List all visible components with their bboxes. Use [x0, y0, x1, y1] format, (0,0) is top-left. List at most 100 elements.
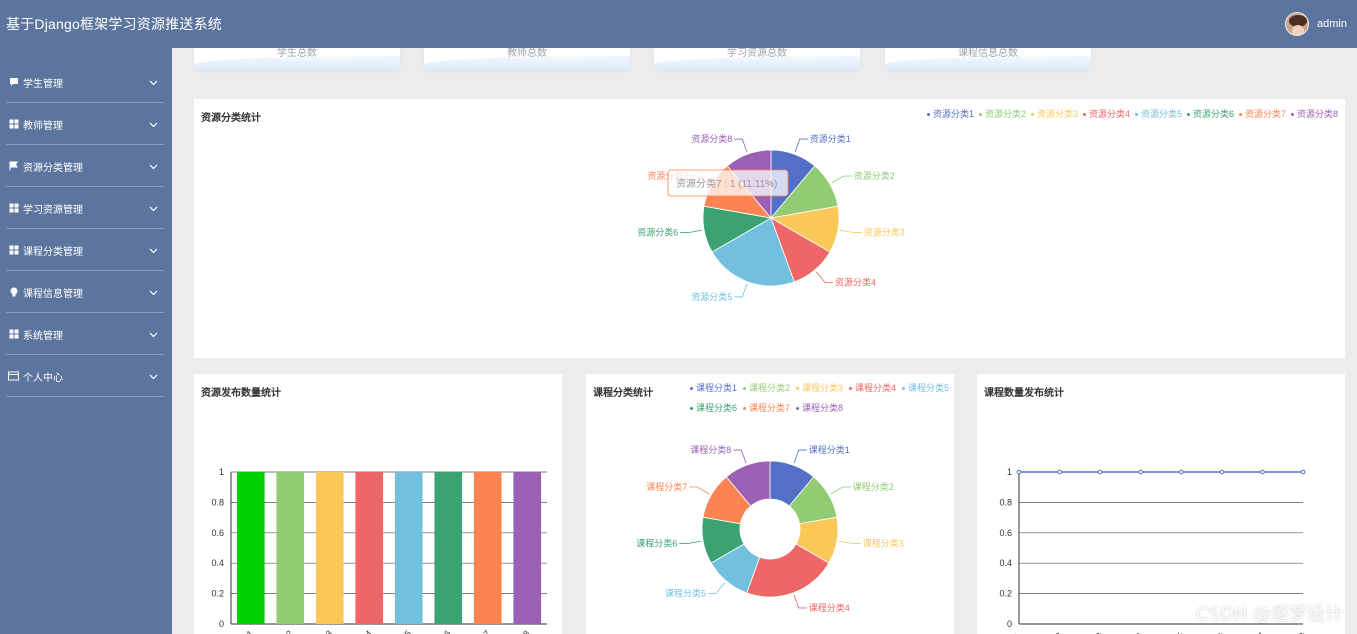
resource-publish-panel: 资源发布数量统计 00.20.40.60.81发布人1发布人2发布人3发布人4发…: [194, 374, 562, 634]
sidebar-item-label: 系统管理: [23, 330, 63, 342]
sidebar-item-label: 教师管理: [23, 120, 63, 132]
y-tick-label: 0: [219, 619, 224, 629]
label-line: [838, 540, 861, 544]
bar: [276, 472, 305, 624]
slice-label: 资源分类5: [691, 291, 732, 302]
chevron-down-icon: [149, 288, 158, 296]
bar: [355, 472, 384, 624]
label-line: [839, 229, 862, 233]
stat-card-label: 学习资源总数: [727, 48, 787, 59]
label-line: [733, 449, 747, 464]
sidebar-item-6[interactable]: 课程信息管理: [0, 271, 172, 313]
sidebar-item-label: 资源分类管理: [23, 162, 83, 174]
slice-label: 课程分类1: [809, 444, 850, 455]
stat-card-teachers: 教师总数: [424, 48, 630, 70]
app-title: 基于Django框架学习资源推送系统: [6, 16, 222, 32]
user-menu[interactable]: admin: [1285, 12, 1347, 36]
label-line: [680, 229, 703, 233]
label-line: [734, 283, 748, 298]
data-point: [1300, 469, 1306, 475]
y-tick-label: 0.6: [999, 528, 1012, 538]
grid-icon: [8, 329, 19, 340]
chevron-down-icon: [149, 246, 158, 254]
stat-card-label: 教师总数: [507, 48, 547, 59]
slice-label: 课程分类6: [636, 538, 677, 549]
label-line: [815, 271, 833, 283]
slice-label: 课程分类3: [863, 538, 904, 549]
label-line: [708, 582, 726, 594]
data-point: [1097, 469, 1103, 475]
chevron-down-icon: [149, 372, 158, 380]
label-line: [689, 486, 710, 495]
bar: [236, 472, 265, 624]
x-tick-label: 发布人4: [343, 628, 373, 634]
label-line: [831, 175, 852, 184]
stat-card-courses: 课程信息总数: [885, 48, 1091, 70]
y-tick-label: 1: [1007, 467, 1012, 477]
x-tick-label: 发布人8: [501, 628, 531, 634]
avatar[interactable]: [1285, 12, 1310, 36]
label-line: [830, 486, 851, 495]
x-tick-label: 发布人1: [225, 628, 255, 634]
chat-icon: [8, 77, 19, 88]
watermark: CSDN @逐梦设计: [1195, 604, 1343, 625]
label-line: [679, 540, 702, 544]
slice-label: 资源分类3: [864, 227, 905, 238]
bar: [394, 472, 423, 624]
grid-icon: [8, 245, 19, 256]
chevron-down-icon: [149, 330, 158, 338]
bar: [513, 472, 542, 624]
y-tick-label: 0.6: [211, 528, 224, 538]
sidebar: 学生管理教师管理资源分类管理 学习资源管理 课程分类管理 课程信息管理 系统管理个人中心: [0, 48, 172, 634]
y-tick-label: 1: [219, 467, 224, 477]
bar: [473, 472, 502, 624]
chevron-down-icon: [149, 120, 158, 128]
sidebar-item-5[interactable]: 课程分类管理: [0, 229, 172, 271]
data-point: [1057, 469, 1062, 475]
sidebar-item-7[interactable]: 系统管理: [0, 313, 172, 355]
y-tick-label: 0.2: [211, 589, 224, 599]
tooltip-text: 资源分类7 : 1 (11.11%): [676, 177, 777, 190]
card-icon: [8, 371, 19, 382]
sidebar-item-1[interactable]: 学生管理: [0, 61, 172, 103]
slice-label: 课程分类5: [665, 587, 706, 598]
sidebar-item-label: 课程分类管理: [23, 246, 83, 258]
chart-tooltip: 资源分类7 : 1 (11.11%): [667, 169, 789, 197]
data-point: [1178, 469, 1184, 475]
label-line: [794, 138, 808, 153]
label-line: [734, 138, 748, 153]
resource-bar-chart: 0 0.2 0.4 0.6 0.8 1 发布人1 发布人2 发布人3 发布人4 发布人5 发布人6 发布…: [211, 467, 547, 634]
sidebar-item-label: 课程信息管理: [23, 288, 83, 300]
grid-icon: [8, 203, 19, 214]
label-line: [793, 594, 807, 609]
course-donut-chart: 课程分类1 课程分类2 课程分类3 课程分类4 课程分类5 课程分类6 课程分类7 课程分类8: [636, 444, 904, 613]
resource-pie-chart: 资源分类1资源分类2资源分类3资源分类4资源分类5资源分类6资源分类7资源分类8…: [637, 133, 905, 302]
sidebar-item-label: 学习资源管理: [23, 204, 83, 216]
sidebar-item-2[interactable]: 教师管理: [0, 103, 172, 145]
sidebar-item-3[interactable]: 资源分类管理: [0, 145, 172, 187]
y-tick-label: 0: [1007, 619, 1012, 629]
username[interactable]: admin: [1317, 18, 1347, 30]
x-tick-label: 发布人3: [304, 628, 334, 634]
bar: [315, 472, 344, 624]
course-line-chart: 00.20.40.60.81发布人1发布人2发布人3发布人4发布人5发布人6发布…: [999, 467, 1307, 634]
course-publish-panel: 课程数量发布统计 00.20.40.60.81发布人1发布人2发布人3发布人4发…: [977, 374, 1345, 634]
stat-card-students: 学生总数: [194, 48, 400, 70]
y-tick-label: 0.8: [211, 497, 224, 507]
bulb-icon: [8, 287, 19, 298]
chevron-down-icon: [149, 78, 158, 86]
bar: [434, 472, 463, 624]
grid-icon: [8, 119, 19, 130]
flag-icon: [8, 161, 19, 172]
y-tick-label: 0.4: [211, 558, 224, 568]
sidebar-item-8[interactable]: 个人中心: [0, 355, 172, 397]
slice-label: 课程分类4: [809, 602, 850, 613]
slice-label: 资源分类8: [691, 133, 732, 144]
data-point: [1138, 469, 1144, 475]
data-point: [1260, 469, 1265, 475]
data-point: [1016, 469, 1022, 475]
slice-label: 资源分类1: [810, 133, 851, 144]
sidebar-item-4[interactable]: 学习资源管理: [0, 187, 172, 229]
chevron-down-icon: [149, 204, 158, 212]
x-tick-label: 发布人7: [462, 628, 492, 634]
